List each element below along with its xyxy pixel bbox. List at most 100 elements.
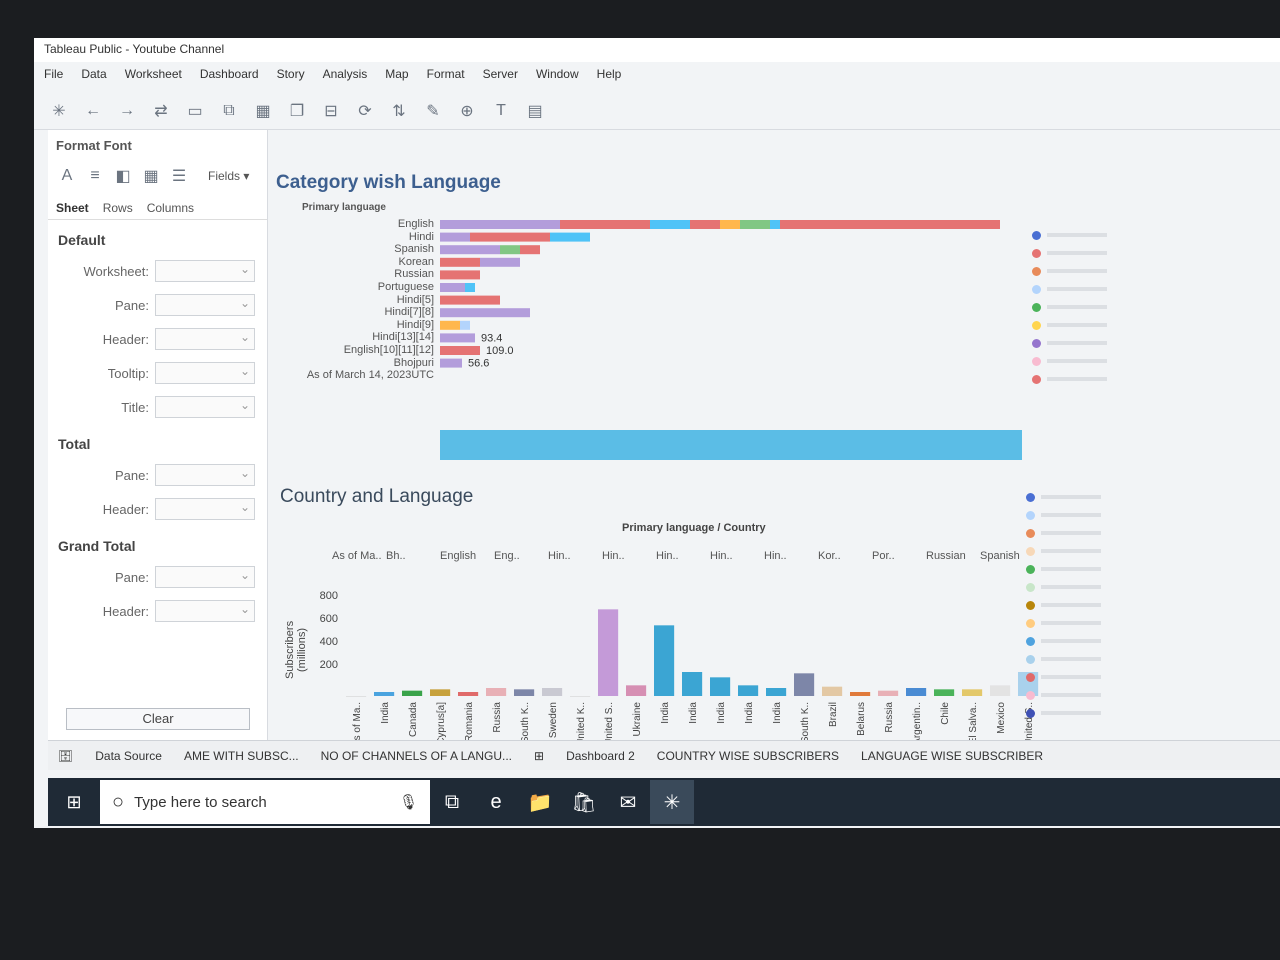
pane-font-select[interactable]	[155, 294, 255, 316]
chart2-bar[interactable]	[598, 609, 619, 696]
legend-item[interactable]	[1026, 524, 1136, 542]
menu-analysis[interactable]: Analysis	[323, 67, 368, 85]
legend-item[interactable]	[1032, 280, 1142, 298]
legend-item[interactable]	[1032, 370, 1142, 388]
save-icon[interactable]: ▭	[184, 100, 206, 122]
menu-data[interactable]: Data	[81, 67, 106, 85]
chart2-bar[interactable]	[934, 689, 955, 696]
chart1-bar-segment[interactable]	[440, 333, 475, 343]
grand-pane-select[interactable]	[155, 566, 255, 588]
legend-item[interactable]	[1032, 226, 1142, 244]
fields-dropdown[interactable]: Fields ▾	[208, 169, 249, 183]
tab-data-source[interactable]: Data Source	[95, 749, 162, 763]
chart1-bar-segment[interactable]	[550, 232, 590, 242]
legend-item[interactable]	[1032, 298, 1142, 316]
legend-item[interactable]	[1026, 668, 1136, 686]
menu-map[interactable]: Map	[385, 67, 408, 85]
legend-item[interactable]	[1026, 632, 1136, 650]
chart2-bar[interactable]	[626, 685, 647, 696]
chart2-bar[interactable]	[402, 690, 423, 696]
store-icon[interactable]: 🛍	[562, 780, 606, 824]
total-header-select[interactable]	[155, 498, 255, 520]
legend-item[interactable]	[1032, 316, 1142, 334]
chart2-bar[interactable]	[346, 696, 367, 697]
group-icon[interactable]: ⊕	[456, 100, 478, 122]
tab-dashboard-2[interactable]: Dashboard 2	[566, 749, 635, 763]
clear-sheet-icon[interactable]: ⊟	[320, 100, 342, 122]
fit-icon[interactable]: ▤	[524, 100, 546, 122]
mail-icon[interactable]: ✉	[606, 780, 650, 824]
chart1-bar-segment[interactable]	[440, 283, 465, 292]
chart2-bar[interactable]	[990, 685, 1011, 696]
chart1-bar-segment[interactable]	[690, 220, 720, 229]
tab-no-of-channels[interactable]: NO OF CHANNELS OF A LANGU...	[321, 749, 512, 763]
chart1-bar-segment[interactable]	[500, 245, 520, 255]
chart1-bar-segment[interactable]	[520, 245, 540, 255]
legend-item[interactable]	[1026, 560, 1136, 578]
worksheet-font-select[interactable]	[155, 260, 255, 282]
chart2-bar[interactable]	[962, 689, 983, 696]
chart2-bar[interactable]	[766, 688, 787, 696]
tableau-logo-icon[interactable]: ✳	[48, 100, 70, 122]
highlight-icon[interactable]: ✎	[422, 100, 444, 122]
swap-icon[interactable]: ⟳	[354, 100, 376, 122]
header-font-select[interactable]	[155, 328, 255, 350]
clear-button[interactable]: Clear	[66, 708, 250, 730]
chart2-bar[interactable]	[458, 692, 479, 696]
chart2-bar[interactable]	[794, 673, 815, 696]
chart1-bar-segment[interactable]	[440, 245, 500, 255]
shading-icon[interactable]: ◧	[112, 165, 134, 187]
menu-help[interactable]: Help	[597, 67, 622, 85]
legend-item[interactable]	[1026, 488, 1136, 506]
legend-item[interactable]	[1026, 578, 1136, 596]
tab-language-wise[interactable]: LANGUAGE WISE SUBSCRIBER	[861, 749, 1043, 763]
chart1-bar-segment[interactable]	[480, 257, 520, 267]
chart1-bar-segment[interactable]	[560, 220, 650, 229]
chart1-bar-segment[interactable]	[780, 220, 1000, 229]
tableau-taskbar-icon[interactable]: ✳	[650, 780, 694, 824]
alignment-icon[interactable]: ≡	[84, 165, 106, 187]
menu-dashboard[interactable]: Dashboard	[200, 67, 259, 85]
chart1-bar-segment[interactable]	[440, 295, 500, 305]
chart1-bar-segment[interactable]	[440, 270, 480, 280]
chart2-bar[interactable]	[374, 692, 395, 696]
edge-browser-icon[interactable]: e	[474, 780, 518, 824]
label-icon[interactable]: T	[490, 100, 512, 122]
legend-item[interactable]	[1026, 686, 1136, 704]
menu-format[interactable]: Format	[427, 67, 465, 85]
tab-name-with-subscribers[interactable]: AME WITH SUBSC...	[184, 749, 299, 763]
chart2-bar[interactable]	[682, 672, 703, 696]
chart1-bar-segment[interactable]	[440, 346, 480, 355]
tab-sheet[interactable]: Sheet	[56, 201, 89, 215]
chart2-bar[interactable]	[486, 688, 507, 696]
chart1-bar-segment[interactable]	[465, 283, 475, 292]
chart1-bar-segment[interactable]	[740, 220, 770, 229]
chart2-bar[interactable]	[654, 625, 675, 696]
menu-story[interactable]: Story	[277, 67, 305, 85]
legend-item[interactable]	[1026, 614, 1136, 632]
back-arrow-icon[interactable]: ←	[82, 100, 104, 122]
font-icon[interactable]: A	[56, 165, 78, 187]
legend-item[interactable]	[1032, 352, 1142, 370]
legend-item[interactable]	[1026, 506, 1136, 524]
taskbar-search-box[interactable]: ○ Type here to search 🎙	[100, 780, 430, 824]
title-font-select[interactable]	[155, 396, 255, 418]
chart2-bar[interactable]	[850, 692, 871, 696]
chart2-bar[interactable]	[430, 689, 451, 696]
grand-header-select[interactable]	[155, 600, 255, 622]
borders-icon[interactable]: ▦	[140, 165, 162, 187]
chart2-bar[interactable]	[878, 690, 899, 696]
total-pane-select[interactable]	[155, 464, 255, 486]
new-sheet-icon[interactable]: ▦	[252, 100, 274, 122]
chart1-bar-segment[interactable]	[440, 232, 470, 242]
tab-columns[interactable]: Columns	[147, 201, 194, 215]
chart1-bar-segment[interactable]	[440, 257, 480, 267]
chart1-bar-segment[interactable]	[440, 220, 560, 229]
chart1-bar-segment[interactable]	[460, 320, 470, 330]
chart1-bar-segment[interactable]	[440, 308, 530, 318]
windows-start-icon[interactable]: ⊞	[48, 778, 100, 826]
menu-window[interactable]: Window	[536, 67, 579, 85]
tooltip-font-select[interactable]	[155, 362, 255, 384]
chart1-bar-segment[interactable]	[470, 232, 550, 242]
forward-arrow-icon[interactable]: →	[116, 100, 138, 122]
